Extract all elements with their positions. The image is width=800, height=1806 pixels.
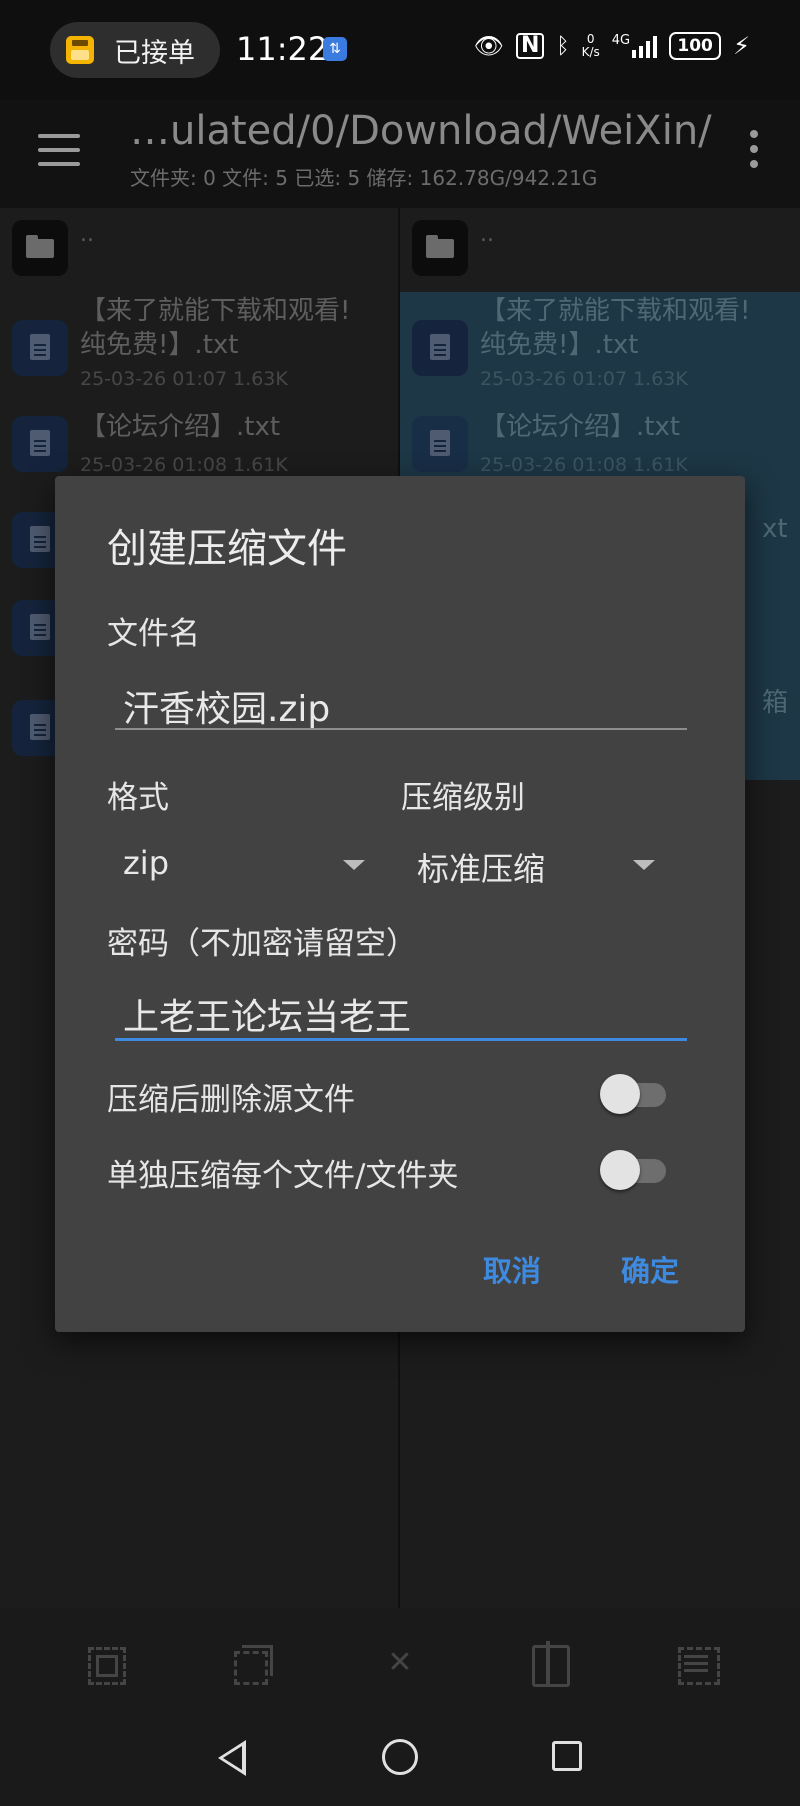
password-label: 密码（不加密请留空） bbox=[107, 926, 417, 962]
net-speed-unit: K/s bbox=[581, 45, 600, 59]
nfc-icon: N bbox=[515, 33, 545, 59]
data-transfer-icon: ⇅ bbox=[323, 37, 347, 61]
parent-folder-row[interactable]: .. bbox=[0, 208, 398, 286]
file-meta: 25-03-26 01:07 1.63K bbox=[80, 368, 288, 390]
path-title: …ulated/0/Download/WeiXin/ bbox=[130, 108, 712, 154]
filename-label: 文件名 bbox=[107, 616, 200, 652]
file-meta: 25-03-26 01:08 1.61K bbox=[80, 454, 288, 476]
file-meta: 25-03-26 01:07 1.63K bbox=[480, 368, 688, 390]
recent-apps-icon[interactable] bbox=[552, 1741, 582, 1771]
file-name: 【来了就能下载和观看! bbox=[480, 296, 751, 326]
cancel-button[interactable]: 取消 bbox=[483, 1248, 541, 1290]
format-label: 格式 bbox=[107, 780, 169, 816]
app-screen: 已接单 11:22 ⇅ 👁 N ᛒ 0 K/s 4G 100 ⚡ …ulated… bbox=[0, 0, 800, 1806]
level-select[interactable]: 标准压缩 bbox=[401, 836, 671, 896]
file-name: 【论坛介绍】.txt bbox=[480, 412, 681, 442]
delete-source-label: 压缩后删除源文件 bbox=[107, 1082, 355, 1118]
file-name-cont: 纯免费!】.txt bbox=[480, 330, 639, 360]
home-icon[interactable] bbox=[382, 1739, 418, 1775]
text-file-icon bbox=[412, 320, 468, 376]
bottom-toolbar: ✕ bbox=[0, 1608, 800, 1718]
file-row[interactable]: 【来了就能下载和观看! 纯免费!】.txt 25-03-26 01:07 1.6… bbox=[0, 292, 398, 402]
bluetooth-icon: ᛒ bbox=[556, 33, 570, 59]
password-underline bbox=[115, 1038, 687, 1041]
delete-source-switch[interactable] bbox=[600, 1072, 670, 1116]
file-name-partial: 箱 bbox=[762, 688, 789, 718]
save-icon bbox=[66, 36, 94, 64]
cellular-signal-icon: 4G bbox=[611, 33, 658, 58]
file-meta: 25-03-26 01:08 1.61K bbox=[480, 454, 688, 476]
file-name-cont: 纯免费!】.txt bbox=[80, 330, 239, 360]
status-bar: 已接单 11:22 ⇅ 👁 N ᛒ 0 K/s 4G 100 ⚡ bbox=[0, 0, 800, 100]
parent-label: .. bbox=[480, 222, 494, 247]
folder-icon bbox=[12, 220, 68, 276]
invert-selection-icon[interactable] bbox=[230, 1641, 274, 1685]
split-view-icon[interactable] bbox=[526, 1641, 570, 1687]
level-label: 压缩级别 bbox=[401, 780, 525, 816]
filename-input[interactable]: 汗香校园.zip bbox=[115, 680, 687, 732]
level-value: 标准压缩 bbox=[417, 850, 546, 888]
file-row-selected[interactable]: 【来了就能下载和观看! 纯免费!】.txt 25-03-26 01:07 1.6… bbox=[400, 292, 800, 402]
parent-label: .. bbox=[80, 222, 94, 247]
more-options-icon[interactable] bbox=[750, 130, 758, 168]
file-name: 【论坛介绍】.txt bbox=[80, 412, 281, 442]
network-type: 4G bbox=[611, 33, 631, 48]
file-name: 【来了就能下载和观看! bbox=[80, 296, 351, 326]
select-all-icon[interactable] bbox=[82, 1641, 126, 1685]
dropdown-arrow-icon bbox=[633, 860, 655, 870]
text-file-icon bbox=[412, 416, 468, 472]
back-icon[interactable] bbox=[218, 1740, 246, 1776]
create-archive-dialog: 创建压缩文件 文件名 汗香校园.zip 格式 压缩级别 zip 标准压缩 密码（… bbox=[55, 476, 745, 1332]
path-summary: 文件夹: 0 文件: 5 已选: 5 储存: 162.78G/942.21G bbox=[130, 166, 598, 190]
status-icons: 👁 N ᛒ 0 K/s 4G 100 ⚡ bbox=[474, 32, 750, 60]
app-bar: …ulated/0/Download/WeiXin/ 文件夹: 0 文件: 5 … bbox=[0, 100, 800, 208]
pill-text: 已接单 bbox=[114, 37, 195, 69]
format-value: zip bbox=[123, 844, 169, 882]
select-list-icon[interactable] bbox=[674, 1641, 720, 1685]
ok-button[interactable]: 确定 bbox=[621, 1248, 679, 1290]
system-nav-bar bbox=[0, 1718, 800, 1806]
battery-icon: 100 bbox=[669, 32, 722, 60]
order-status-pill[interactable]: 已接单 bbox=[50, 22, 220, 78]
text-file-icon bbox=[12, 416, 68, 472]
filename-underline bbox=[115, 728, 687, 730]
net-speed: 0 K/s bbox=[582, 33, 600, 59]
folder-icon bbox=[412, 220, 468, 276]
separate-label: 单独压缩每个文件/文件夹 bbox=[107, 1158, 459, 1194]
dialog-title: 创建压缩文件 bbox=[107, 526, 347, 572]
dropdown-arrow-icon bbox=[343, 860, 365, 870]
status-time: 11:22 bbox=[236, 30, 329, 68]
format-select[interactable]: zip bbox=[107, 836, 377, 896]
parent-folder-row[interactable]: .. bbox=[400, 208, 800, 292]
separate-archive-switch[interactable] bbox=[600, 1148, 670, 1192]
menu-icon[interactable] bbox=[38, 134, 80, 166]
eye-icon: 👁 bbox=[473, 32, 504, 60]
charging-icon: ⚡ bbox=[733, 32, 750, 60]
text-file-icon bbox=[12, 320, 68, 376]
file-name-partial: xt bbox=[762, 514, 788, 544]
close-icon[interactable]: ✕ bbox=[378, 1641, 422, 1685]
password-input[interactable]: 上老王论坛当老王 bbox=[115, 988, 687, 1040]
